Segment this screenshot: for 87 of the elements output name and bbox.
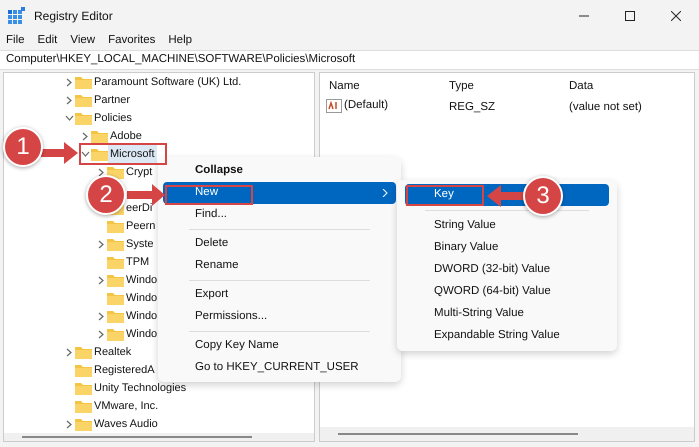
menu-item[interactable]: Delete xyxy=(163,233,396,255)
folder-icon xyxy=(75,364,92,376)
expand-chevron-icon[interactable] xyxy=(65,96,73,104)
menu-item[interactable]: Find... xyxy=(163,204,396,226)
menu-item[interactable]: Export xyxy=(163,284,396,306)
folder-icon xyxy=(107,292,124,304)
folder-icon xyxy=(75,94,92,106)
menu-item[interactable]: Favorites xyxy=(108,32,156,50)
menu-item[interactable]: Collapse xyxy=(163,160,396,182)
string-value-icon xyxy=(326,99,342,113)
folder-icon xyxy=(107,220,124,232)
tree-item[interactable]: Microsoft xyxy=(108,145,157,163)
tree-item[interactable]: Windo xyxy=(124,289,160,307)
maximize-icon xyxy=(625,11,635,21)
tree-item[interactable]: Crypt xyxy=(124,163,154,181)
folder-icon xyxy=(107,328,124,340)
folder-icon xyxy=(75,346,92,358)
window-title: Registry Editor xyxy=(34,8,113,25)
tree-item[interactable]: Unity Technologies xyxy=(92,379,188,397)
menu-item[interactable]: New xyxy=(163,182,396,204)
menu-item[interactable]: Edit xyxy=(38,32,58,50)
folder-icon xyxy=(75,382,92,394)
folder-icon xyxy=(75,418,92,430)
expand-chevron-icon[interactable] xyxy=(65,420,73,428)
tree-item[interactable]: Policies xyxy=(92,109,134,127)
menu-item[interactable]: QWORD (64-bit) Value xyxy=(405,281,609,303)
expand-chevron-icon[interactable] xyxy=(97,330,105,338)
folder-icon xyxy=(107,310,124,322)
menu-item[interactable]: Copy Key Name xyxy=(163,335,396,357)
menu-item[interactable]: Go to HKEY_CURRENT_USER xyxy=(163,357,396,379)
expand-chevron-icon[interactable] xyxy=(65,348,73,356)
expand-chevron-icon[interactable] xyxy=(97,276,105,284)
column-header[interactable]: Type xyxy=(449,80,474,92)
folder-icon xyxy=(91,148,108,160)
table-cell: (value not set) xyxy=(569,101,642,113)
menu-item[interactable]: Permissions... xyxy=(163,306,396,328)
table-cell: REG_SZ xyxy=(449,101,496,113)
minimize-icon xyxy=(579,15,589,17)
registry-icon xyxy=(8,7,26,25)
column-header[interactable]: Name xyxy=(329,80,360,92)
menu-item[interactable]: Binary Value xyxy=(405,237,609,259)
table-cell-text: (Default) xyxy=(344,98,388,114)
folder-icon xyxy=(107,238,124,250)
folder-icon xyxy=(75,76,92,88)
tree-item[interactable]: RegisteredA xyxy=(92,361,157,379)
tree-item[interactable]: Realtek xyxy=(92,343,134,361)
menu-item[interactable]: DWORD (32-bit) Value xyxy=(405,259,609,281)
close-icon xyxy=(671,11,681,21)
tree-item[interactable]: Windo xyxy=(124,325,160,343)
menu-item[interactable]: Help xyxy=(168,32,192,50)
submenu-chevron-icon xyxy=(382,189,388,197)
tree-item[interactable]: Windo xyxy=(124,271,160,289)
expand-chevron-icon[interactable] xyxy=(81,132,89,140)
collapse-chevron-icon[interactable] xyxy=(65,114,74,122)
arrow-icon xyxy=(41,142,78,164)
tree-item[interactable]: Paramount Software (UK) Ltd. xyxy=(92,73,244,91)
expand-chevron-icon[interactable] xyxy=(97,168,105,176)
column-header[interactable]: Data xyxy=(569,80,594,92)
tree-item[interactable]: eerDi xyxy=(124,199,154,217)
expand-chevron-icon[interactable] xyxy=(97,312,105,320)
tree-item[interactable]: Peern xyxy=(124,217,158,235)
folder-icon xyxy=(75,112,92,124)
tree-item[interactable]: VMware, Inc. xyxy=(92,397,160,415)
menu-item[interactable]: Rename xyxy=(163,255,396,277)
tree-item[interactable]: Syste xyxy=(124,235,156,253)
address-bar[interactable]: Computer\HKEY_LOCAL_MACHINE\SOFTWARE\Policies\Microsoft xyxy=(0,50,699,70)
tree-item[interactable]: Partner xyxy=(92,91,132,109)
menu-item[interactable]: Multi-String Value xyxy=(405,303,609,325)
folder-icon xyxy=(107,166,124,178)
menu-item[interactable]: Expandable String Value xyxy=(405,325,609,347)
folder-icon xyxy=(91,130,108,142)
menu-item[interactable]: String Value xyxy=(405,215,609,237)
folder-icon xyxy=(107,274,124,286)
collapse-chevron-icon[interactable] xyxy=(81,150,90,158)
scrollbar[interactable] xyxy=(338,433,578,435)
tree-item[interactable]: Waves Audio xyxy=(92,415,160,433)
scrollbar[interactable] xyxy=(22,436,252,438)
tree-item[interactable]: Adobe xyxy=(108,127,144,145)
folder-icon xyxy=(75,400,92,412)
menu-item[interactable]: File xyxy=(6,32,25,50)
expand-chevron-icon[interactable] xyxy=(65,78,73,86)
tree-item[interactable]: Windo xyxy=(124,307,160,325)
arrow-icon xyxy=(487,185,526,207)
expand-chevron-icon[interactable] xyxy=(97,240,105,248)
tree-item[interactable]: TPM xyxy=(124,253,152,271)
menu-item[interactable]: View xyxy=(70,32,96,50)
folder-icon xyxy=(107,256,124,268)
